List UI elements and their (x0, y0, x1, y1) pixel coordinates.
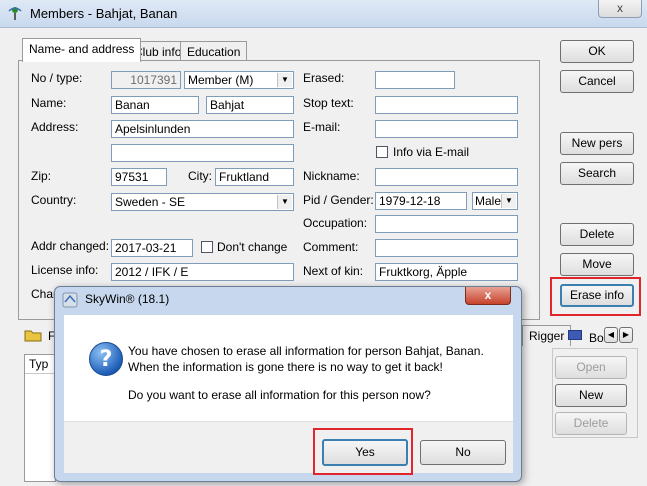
country-select[interactable]: Sweden - SE ▼ (111, 193, 294, 211)
window-title: Members - Bahjat, Banan (30, 6, 178, 21)
delete-button[interactable]: Delete (560, 223, 634, 246)
gender-select[interactable]: Male ▼ (472, 192, 518, 210)
stop-text-field[interactable] (375, 96, 518, 114)
dialog-question: Do you want to erase all information for… (128, 388, 431, 402)
new-button[interactable]: New (555, 384, 627, 407)
new-pers-button[interactable]: New pers (560, 132, 634, 155)
first-name-field[interactable]: Banan (111, 96, 199, 114)
chevron-down-icon: ▼ (501, 194, 516, 208)
country-label: Country: (31, 193, 77, 207)
dialog-message-line1: You have chosen to erase all information… (128, 344, 484, 358)
tab-bo[interactable]: Bo (589, 331, 604, 345)
address-line2-field[interactable] (111, 144, 294, 162)
gender-value: Male (475, 194, 502, 208)
member-type-select[interactable]: Member (M) ▼ (184, 71, 294, 89)
cancel-button[interactable]: Cancel (560, 70, 634, 93)
erase-info-button[interactable]: Erase info (560, 284, 634, 307)
info-via-email-label: Info via E-mail (393, 145, 470, 159)
search-button[interactable]: Search (560, 162, 634, 185)
nickname-field[interactable] (375, 168, 518, 186)
chevron-down-icon: ▼ (277, 195, 292, 209)
addr-changed-label: Addr changed: (31, 239, 110, 253)
comment-field[interactable] (375, 239, 518, 257)
member-type-value: Member (M) (188, 73, 254, 87)
city-label: City: (188, 169, 212, 183)
address-label: Address: (31, 120, 79, 134)
email-label: E-mail: (303, 120, 341, 134)
license-label: License info: (31, 263, 99, 277)
tab-name-and-address[interactable]: Name- and address (22, 38, 142, 62)
occupation-label: Occupation: (303, 216, 368, 230)
city-field[interactable]: Fruktland (215, 168, 294, 186)
folder-icon (24, 327, 42, 343)
dialog-message: You have chosen to erase all information… (128, 343, 508, 375)
license-field[interactable]: 2012 / IFK / E (111, 263, 294, 281)
window-close-button[interactable]: x (598, 0, 642, 18)
pid-gender-label: Pid / Gender: (303, 193, 374, 207)
zip-field[interactable]: 97531 (111, 168, 167, 186)
ok-button[interactable]: OK (560, 40, 634, 63)
erased-label: Erased: (303, 71, 345, 85)
last-name-field[interactable]: Bahjat (206, 96, 294, 114)
question-icon: ? (89, 342, 123, 376)
title-bar: Members - Bahjat, Banan x (0, 0, 647, 28)
addr-changed-field[interactable]: 2017-03-21 (111, 239, 193, 257)
info-via-email-checkbox[interactable] (376, 146, 388, 158)
comment-label: Comment: (303, 240, 359, 254)
no-button[interactable]: No (420, 440, 506, 465)
confirm-dialog: SkyWin® (18.1) x ? You have chosen to er… (54, 286, 522, 482)
zip-label: Zip: (31, 169, 52, 183)
member-number-field: 1017391 (111, 71, 181, 89)
tab-scroll-right-button[interactable]: ▶ (619, 327, 633, 343)
flag-icon (568, 330, 582, 340)
address-line1-field[interactable]: Apelsinlunden (111, 120, 294, 138)
skywin-dialog-icon (62, 292, 78, 308)
country-value: Sweden - SE (115, 195, 186, 209)
list-column-header[interactable]: Typ (25, 355, 55, 374)
lower-list[interactable]: Typ (24, 354, 56, 482)
dont-change-checkbox[interactable] (201, 241, 213, 253)
tab-scroll-left-button[interactable]: ◀ (604, 327, 618, 343)
no-type-label: No / type: (31, 71, 83, 85)
skywin-app-icon (8, 7, 22, 20)
dialog-title: SkyWin® (18.1) (85, 292, 170, 306)
yes-button[interactable]: Yes (322, 439, 408, 466)
erased-field[interactable] (375, 71, 455, 89)
chevron-down-icon: ▼ (277, 73, 292, 87)
next-of-kin-label: Next of kin: (303, 264, 364, 278)
nickname-label: Nickname: (303, 169, 360, 183)
dont-change-label: Don't change (217, 240, 288, 254)
occupation-field[interactable] (375, 215, 518, 233)
name-label: Name: (31, 96, 67, 110)
dialog-message-line2: When the information is gone there is no… (128, 360, 443, 374)
open-button[interactable]: Open (555, 356, 627, 379)
email-field[interactable] (375, 120, 518, 138)
move-button[interactable]: Move (560, 253, 634, 276)
pid-field[interactable]: 1979-12-18 (375, 192, 467, 210)
next-of-kin-field[interactable]: Fruktkorg, Äpple (375, 263, 518, 281)
tab-rigger[interactable]: Rigger (522, 325, 572, 346)
stop-text-label: Stop text: (303, 96, 354, 110)
tab-education[interactable]: Education (180, 41, 248, 62)
dialog-close-button[interactable]: x (465, 287, 511, 305)
delete-lower-button[interactable]: Delete (555, 412, 627, 435)
